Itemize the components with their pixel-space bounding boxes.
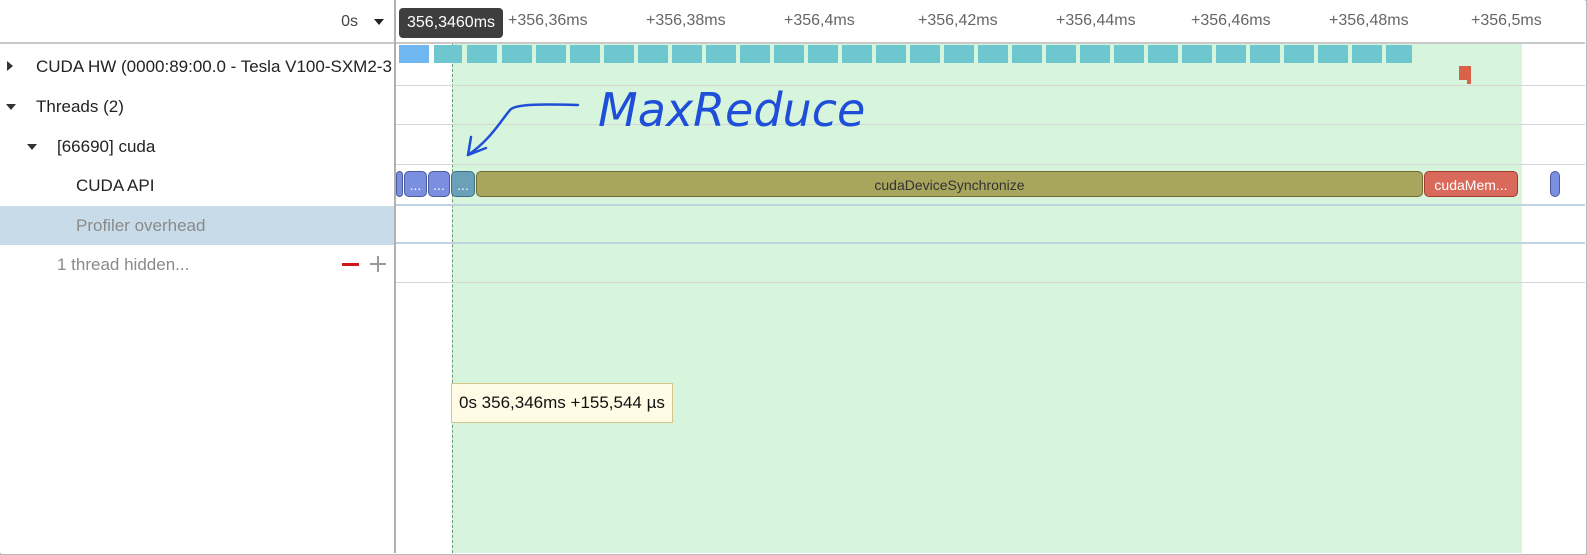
hw-activity-block[interactable]	[1080, 45, 1110, 63]
hw-activity-block[interactable]	[570, 45, 600, 63]
collapse-arrow-icon[interactable]	[27, 144, 37, 150]
row-tree-panel: 0s CUDA HW (0000:89:00.0 - Tesla V100-SX…	[0, 0, 396, 553]
hw-activity-block[interactable]	[1046, 45, 1076, 63]
expand-arrow-icon[interactable]	[7, 61, 13, 71]
hw-activity-block[interactable]	[978, 45, 1008, 63]
plus-icon[interactable]	[370, 256, 386, 272]
hw-activity-block[interactable]	[434, 45, 462, 63]
hw-activity-block[interactable]	[1114, 45, 1144, 63]
hw-activity-block[interactable]	[502, 45, 532, 63]
timeline-panel[interactable]: +356,36ms +356,38ms +356,4ms +356,42ms +…	[396, 0, 1585, 553]
ruler-tick: +356,46ms	[1191, 12, 1271, 29]
time-origin-label[interactable]: 0s	[341, 13, 358, 31]
ruler-tick: +356,4ms	[784, 12, 855, 29]
event-marker[interactable]	[1467, 78, 1471, 84]
ruler-tick: +356,48ms	[1329, 12, 1409, 29]
api-call-bar[interactable]: ...	[451, 171, 475, 197]
collapse-arrow-icon[interactable]	[6, 104, 16, 110]
hw-activity-block[interactable]	[638, 45, 668, 63]
hw-activity-block[interactable]	[740, 45, 770, 63]
hw-activity-block[interactable]	[910, 45, 940, 63]
row-cuda-hw[interactable]: CUDA HW (0000:89:00.0 - Tesla V100-SXM2-…	[0, 47, 394, 86]
hw-activity-block[interactable]	[604, 45, 634, 63]
row-label: Threads (2)	[36, 97, 124, 116]
row-cuda-api[interactable]: CUDA API	[0, 166, 394, 205]
hw-activity-block[interactable]	[876, 45, 906, 63]
hw-activity-block[interactable]	[1284, 45, 1314, 63]
hw-activity-block[interactable]	[1182, 45, 1212, 63]
hw-activity-block[interactable]	[944, 45, 974, 63]
hw-activity-block[interactable]	[1148, 45, 1178, 63]
row-divider	[396, 282, 1585, 283]
hw-activity-block[interactable]	[467, 45, 497, 63]
hw-activity-block[interactable]	[1318, 45, 1348, 63]
ruler-tick: +356,44ms	[1056, 12, 1136, 29]
hw-activity-block[interactable]	[672, 45, 702, 63]
row-threads[interactable]: Threads (2)	[0, 87, 394, 126]
row-label: Profiler overhead	[76, 216, 206, 235]
row-profiler-overhead[interactable]: Profiler overhead	[0, 206, 394, 245]
api-call-bar[interactable]	[396, 171, 403, 197]
minus-icon[interactable]	[342, 263, 359, 266]
row-divider	[396, 242, 1585, 244]
api-call-bar[interactable]	[1550, 171, 1560, 197]
row-label: CUDA HW (0000:89:00.0 - Tesla V100-SXM2-…	[36, 57, 392, 76]
ruler-tick: +356,5ms	[1471, 12, 1542, 29]
row-divider	[396, 124, 1585, 125]
cursor-line	[452, 44, 453, 553]
hw-activity-block[interactable]	[1216, 45, 1246, 63]
row-label: [66690] cuda	[57, 137, 156, 156]
hw-activity-block[interactable]	[1250, 45, 1280, 63]
selection-range[interactable]	[452, 44, 1522, 553]
hw-activity-block[interactable]	[1012, 45, 1042, 63]
hw-activity-block[interactable]	[842, 45, 872, 63]
row-divider	[396, 164, 1585, 165]
api-call-bar[interactable]: ...	[428, 171, 450, 197]
hw-activity-block[interactable]	[774, 45, 804, 63]
tree-header: 0s	[0, 0, 394, 44]
api-call-bar[interactable]: ...	[404, 171, 427, 197]
row-hidden-threads[interactable]: 1 thread hidden...	[0, 245, 394, 284]
row-divider	[396, 204, 1585, 206]
row-thread-cuda[interactable]: [66690] cuda	[0, 127, 394, 166]
hw-activity-block[interactable]	[808, 45, 838, 63]
hw-activity-block[interactable]	[536, 45, 566, 63]
row-label: CUDA API	[76, 176, 155, 195]
timestamp-tooltip: 0s 356,346ms +155,544 µs	[451, 383, 673, 423]
cuda-memcpy-bar[interactable]: cudaMem...	[1424, 171, 1518, 197]
hw-activity-block[interactable]	[399, 45, 429, 63]
cuda-device-synchronize-bar[interactable]: cudaDeviceSynchronize	[476, 171, 1423, 197]
time-ruler[interactable]: +356,36ms +356,38ms +356,4ms +356,42ms +…	[396, 0, 1585, 44]
ruler-tick: +356,38ms	[646, 12, 726, 29]
cursor-time-badge: 356,3460ms	[399, 8, 503, 38]
ruler-tick: +356,42ms	[918, 12, 998, 29]
hw-activity-block[interactable]	[1352, 45, 1382, 63]
hw-activity-block[interactable]	[706, 45, 736, 63]
row-label: 1 thread hidden...	[57, 255, 190, 274]
row-divider	[396, 85, 1585, 86]
hw-activity-block[interactable]	[1386, 45, 1412, 63]
dropdown-caret-icon[interactable]	[374, 19, 384, 25]
cuda-hw-activity-strip[interactable]	[396, 44, 1585, 64]
ruler-tick: +356,36ms	[508, 12, 588, 29]
